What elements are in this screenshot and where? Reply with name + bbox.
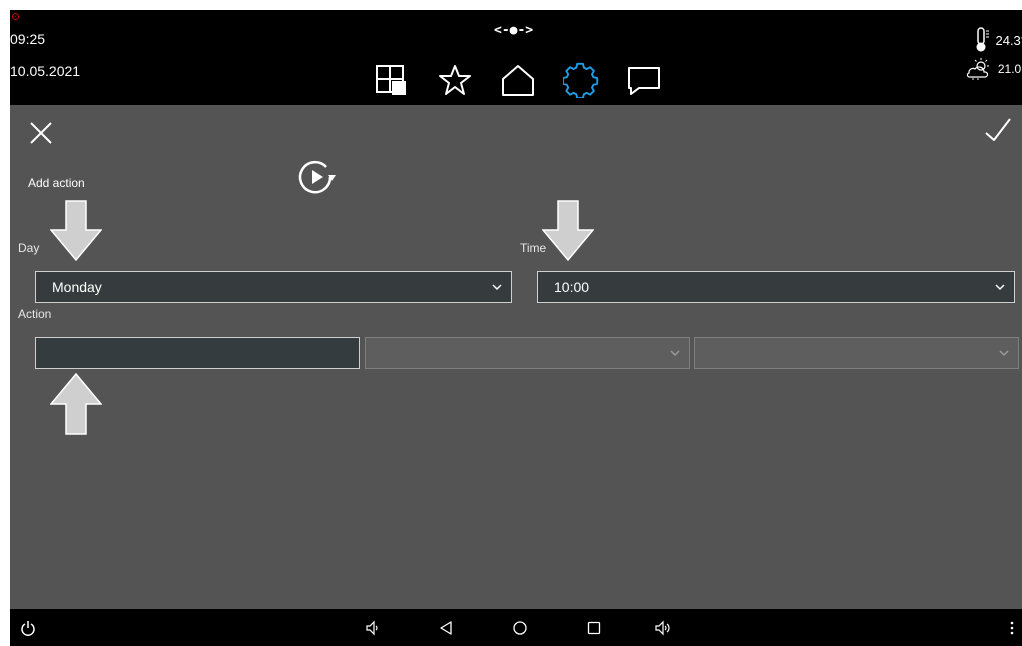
home-circle-icon[interactable] bbox=[512, 620, 528, 636]
top-bar: 09:25 10.05.2021 <-●-> 24.3 21.0 bbox=[10, 10, 1022, 105]
chevron-down-icon bbox=[670, 350, 680, 357]
more-menu-icon[interactable] bbox=[1004, 620, 1020, 636]
weather-cloud-sun-icon bbox=[966, 58, 989, 80]
clock: 09:25 bbox=[10, 31, 46, 47]
add-action-panel: Add action Day Time Action Monday 10:00 bbox=[10, 105, 1022, 609]
repeat-play-icon[interactable] bbox=[296, 157, 340, 197]
day-label: Day bbox=[18, 241, 40, 255]
close-icon[interactable] bbox=[29, 121, 53, 145]
action-select-tertiary[interactable] bbox=[694, 337, 1019, 369]
volume-down-icon[interactable] bbox=[365, 620, 381, 636]
rooms-grid-icon[interactable] bbox=[374, 62, 410, 98]
settings-gear-icon[interactable] bbox=[563, 62, 599, 98]
chevron-down-icon bbox=[492, 284, 502, 291]
tablet-screen: 09:25 10.05.2021 <-●-> 24.3 21.0 Add act… bbox=[10, 10, 1022, 646]
temperature-value: 24.3° bbox=[995, 32, 1022, 48]
date: 10.05.2021 bbox=[10, 63, 81, 79]
annotation-arrow-up-icon bbox=[50, 373, 102, 435]
connection-status: <-●-> bbox=[494, 23, 534, 38]
confirm-check-icon[interactable] bbox=[984, 117, 1012, 143]
recent-apps-icon[interactable] bbox=[586, 620, 602, 636]
action-input[interactable] bbox=[35, 337, 360, 369]
form-title: Add action bbox=[28, 176, 85, 190]
back-icon[interactable] bbox=[438, 620, 454, 636]
power-icon[interactable] bbox=[20, 620, 36, 636]
temperature-outdoor: 21.0° bbox=[966, 58, 1022, 80]
home-icon[interactable] bbox=[500, 62, 536, 98]
day-select[interactable]: Monday bbox=[35, 271, 512, 303]
thermometer-icon bbox=[976, 27, 990, 52]
messages-chat-icon[interactable] bbox=[626, 62, 662, 98]
time-select[interactable]: 10:00 bbox=[537, 271, 1015, 303]
annotation-arrow-down-icon bbox=[50, 200, 102, 262]
chevron-down-icon bbox=[999, 350, 1009, 357]
action-label: Action bbox=[18, 307, 52, 321]
system-bar bbox=[10, 609, 1022, 646]
action-select-secondary[interactable] bbox=[365, 337, 690, 369]
recording-indicator-icon bbox=[12, 13, 19, 20]
day-select-value: Monday bbox=[52, 279, 102, 295]
time-select-value: 10:00 bbox=[554, 279, 590, 295]
chevron-down-icon bbox=[995, 284, 1005, 291]
temperature-indoor: 24.3° bbox=[975, 27, 1022, 53]
favorites-star-icon[interactable] bbox=[437, 62, 473, 98]
volume-up-icon[interactable] bbox=[655, 620, 671, 636]
weather-temperature-value: 21.0° bbox=[997, 62, 1022, 76]
annotation-arrow-down-icon bbox=[542, 200, 594, 262]
